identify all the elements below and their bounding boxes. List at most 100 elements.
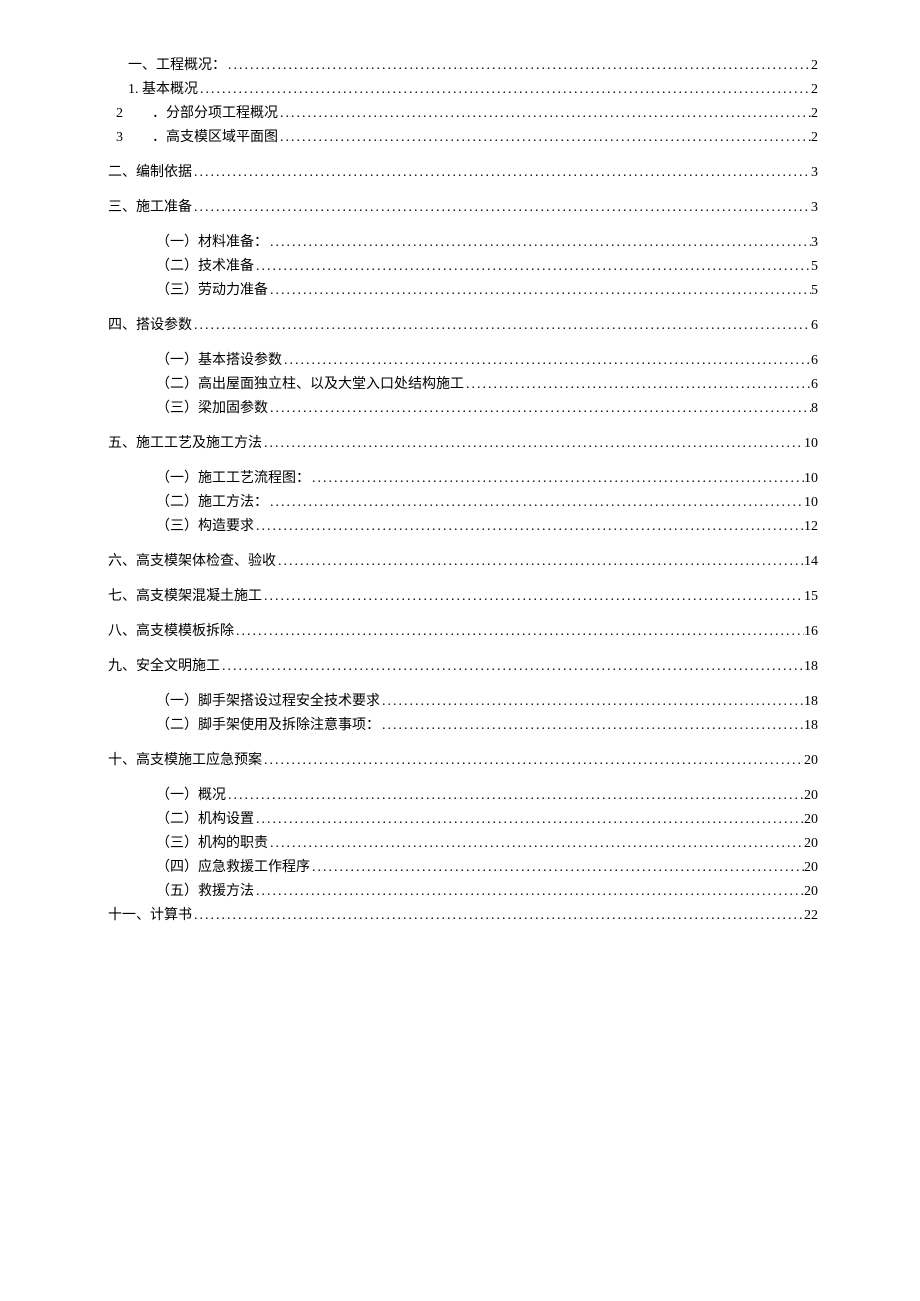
toc-leader-dots: ........................................… [268,492,804,513]
toc-entry-page: 2 [811,127,818,148]
toc-entry: （四）应急救援工作程序.............................… [108,857,818,878]
toc-entry-page: 20 [804,809,818,830]
toc-leader-dots: ........................................… [262,750,804,771]
toc-entry-label: （二）施工方法： [156,492,268,513]
toc-entry-page: 3 [811,197,818,218]
toc-entry-page: 10 [804,433,818,454]
toc-entry: （二）技术准备.................................… [108,256,818,277]
toc-entry-page: 14 [804,551,818,572]
toc-leader-dots: ........................................… [276,551,804,572]
toc-entry-label: （五）救援方法 [156,881,254,902]
toc-entry-page: 20 [804,785,818,806]
toc-entry-page: 20 [804,857,818,878]
toc-entry: （二）高出屋面独立柱、以及大堂入口处结构施工..................… [108,374,818,395]
table-of-contents: 一、工程概况：.................................… [108,55,818,926]
toc-leader-dots: ........................................… [220,656,804,677]
toc-entry-label: （一）基本搭设参数 [156,350,282,371]
toc-leader-dots: ........................................… [234,621,804,642]
toc-entry-page: 16 [804,621,818,642]
toc-entry-page: 2 [811,79,818,100]
toc-leader-dots: ........................................… [192,905,804,926]
toc-entry: 三、施工准备..................................… [108,197,818,218]
toc-leader-dots: ........................................… [254,516,804,537]
toc-entry: 2．分部分项工程概况..............................… [108,103,818,124]
toc-leader-dots: ........................................… [262,586,804,607]
toc-leader-dots: ........................................… [226,785,804,806]
toc-leader-dots: ........................................… [192,315,811,336]
toc-entry-label: ．分部分项工程概况 [152,103,278,124]
toc-entry-number: 3 [116,127,152,148]
toc-entry-page: 22 [804,905,818,926]
toc-entry: （一）基本搭设参数...............................… [108,350,818,371]
toc-entry: 1. 基本概况.................................… [108,79,818,100]
toc-entry-page: 6 [811,315,818,336]
toc-entry: 二、编制依据..................................… [108,162,818,183]
toc-entry: 八、高支模模板拆除...............................… [108,621,818,642]
toc-entry-number: 2 [116,103,152,124]
toc-entry-page: 2 [811,55,818,76]
toc-entry-label: （三）劳动力准备 [156,280,268,301]
toc-entry: 一、工程概况：.................................… [108,55,818,76]
toc-leader-dots: ........................................… [268,232,811,253]
toc-entry-label: （三）梁加固参数 [156,398,268,419]
toc-entry-page: 18 [804,691,818,712]
toc-entry-page: 20 [804,750,818,771]
toc-leader-dots: ........................................… [254,881,804,902]
toc-leader-dots: ........................................… [278,103,811,124]
toc-entry-label: 九、安全文明施工 [108,656,220,677]
toc-entry-label: （四）应急救援工作程序 [156,857,310,878]
toc-entry-label: （一）施工工艺流程图： [156,468,310,489]
toc-entry-label: （三）构造要求 [156,516,254,537]
toc-entry-page: 20 [804,833,818,854]
toc-entry-page: 3 [811,232,818,253]
toc-entry: （五）救援方法.................................… [108,881,818,902]
toc-leader-dots: ........................................… [254,809,804,830]
toc-leader-dots: ........................................… [198,79,811,100]
toc-entry-page: 2 [811,103,818,124]
toc-entry-page: 12 [804,516,818,537]
toc-leader-dots: ........................................… [268,833,804,854]
toc-entry-label: 十一、计算书 [108,905,192,926]
toc-entry-label: 1. 基本概况 [128,79,198,100]
toc-entry: （一）材料准备：................................… [108,232,818,253]
toc-entry-label: （一）概况 [156,785,226,806]
toc-entry: 九、安全文明施工................................… [108,656,818,677]
toc-entry: （二）机构设置.................................… [108,809,818,830]
toc-leader-dots: ........................................… [282,350,811,371]
toc-entry: 四、搭设参数..................................… [108,315,818,336]
toc-entry: 六、高支模架体检查、验收............................… [108,551,818,572]
toc-leader-dots: ........................................… [226,55,811,76]
toc-entry-label: ．高支模区域平面图 [152,127,278,148]
toc-entry-label: （一）脚手架搭设过程安全技术要求 [156,691,380,712]
toc-entry-page: 18 [804,715,818,736]
toc-entry-label: 四、搭设参数 [108,315,192,336]
toc-entry-label: 五、施工工艺及施工方法 [108,433,262,454]
toc-entry: （一）概况...................................… [108,785,818,806]
toc-entry: （二）施工方法：................................… [108,492,818,513]
toc-entry-page: 3 [811,162,818,183]
toc-entry-label: 二、编制依据 [108,162,192,183]
toc-entry-label: 三、施工准备 [108,197,192,218]
toc-entry: （三）劳动力准备................................… [108,280,818,301]
toc-entry-label: （二）技术准备 [156,256,254,277]
toc-leader-dots: ........................................… [268,280,811,301]
toc-leader-dots: ........................................… [380,691,804,712]
toc-entry-page: 8 [811,398,818,419]
toc-leader-dots: ........................................… [254,256,811,277]
toc-entry-label: 七、高支模架混凝土施工 [108,586,262,607]
toc-entry-page: 6 [811,350,818,371]
toc-entry: 五、施工工艺及施工方法.............................… [108,433,818,454]
toc-entry-label: 一、工程概况： [128,55,226,76]
toc-entry-page: 5 [811,280,818,301]
toc-entry-label: （三）机构的职责 [156,833,268,854]
toc-entry-label: （二）高出屋面独立柱、以及大堂入口处结构施工 [156,374,464,395]
toc-entry-label: （二）机构设置 [156,809,254,830]
toc-leader-dots: ........................................… [464,374,811,395]
toc-entry-page: 5 [811,256,818,277]
toc-entry-page: 10 [804,492,818,513]
toc-leader-dots: ........................................… [380,715,804,736]
toc-leader-dots: ........................................… [262,433,804,454]
toc-leader-dots: ........................................… [268,398,811,419]
toc-entry: （一）施工工艺流程图：.............................… [108,468,818,489]
toc-leader-dots: ........................................… [310,468,804,489]
